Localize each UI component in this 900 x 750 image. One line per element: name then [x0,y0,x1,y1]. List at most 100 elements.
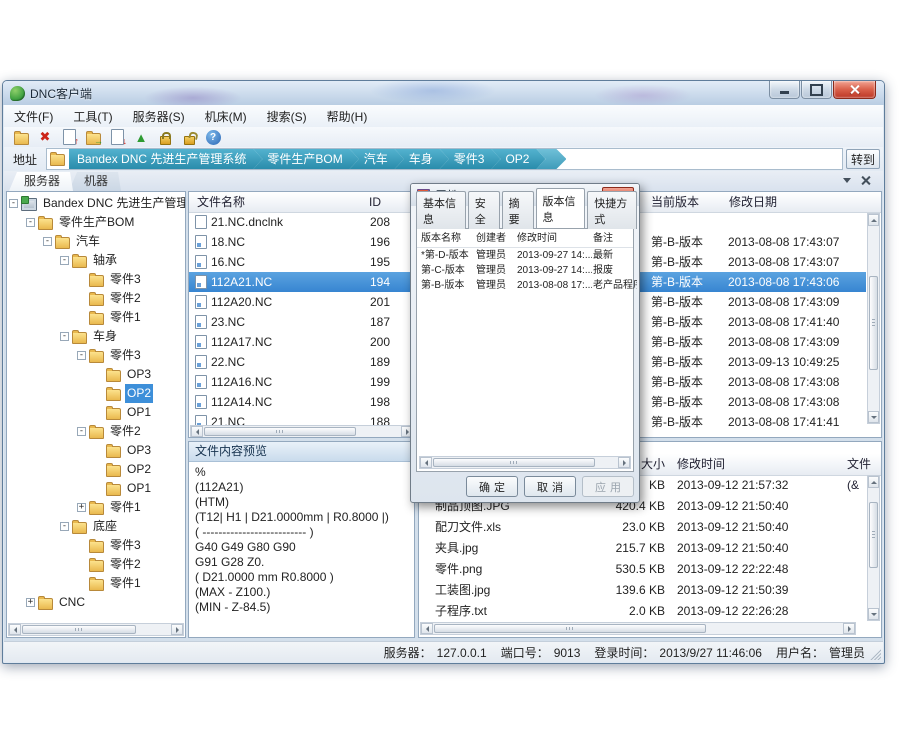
menu-item[interactable]: 工具(T) [63,105,122,128]
scrollbar-thumb[interactable] [434,624,706,633]
attachment-row[interactable]: 配刀文件.xls 23.0 KB 2013-09-12 21:50:40 [419,517,869,538]
ok-button[interactable]: 确定 [466,476,518,497]
scroll-up-icon[interactable] [868,214,879,226]
tree-item[interactable]: OP1 [7,479,185,498]
column-header-version-name[interactable]: 版本名称 [421,231,474,246]
breadcrumb-segment[interactable]: 零件3 [440,149,501,169]
version-row[interactable]: 第-C-版本 管理员 2013-09-27 14:... 报废 [417,263,633,278]
cancel-button[interactable]: 取消 [524,476,576,497]
window-titlebar[interactable]: DNC客户端 [3,81,884,105]
download-file-icon[interactable]: ↓ [106,128,128,146]
attachments-horizontal-scrollbar[interactable] [420,622,856,635]
unlock-icon[interactable] [178,128,200,146]
scrollbar-thumb[interactable] [204,427,356,436]
expander-icon[interactable]: - [60,332,69,341]
tree-item[interactable]: - 车身 [7,327,185,346]
tree-item[interactable]: - 汽车 [7,232,185,251]
tree-item[interactable]: + CNC [7,593,185,612]
scroll-right-icon[interactable] [618,457,630,468]
attachment-row[interactable]: 零件.png 530.5 KB 2013-09-12 22:22:48 [419,559,869,580]
tree-item[interactable]: + 零件1 [7,498,185,517]
scroll-left-icon[interactable] [191,426,203,437]
dialog-tab[interactable]: 安全 [468,191,500,229]
attachments-vertical-scrollbar[interactable] [867,475,880,621]
expander-icon[interactable]: - [60,522,69,531]
go-button[interactable]: 转到 [846,149,880,169]
lock-icon[interactable] [154,128,176,146]
tree-item[interactable]: 零件2 [7,289,185,308]
expander-icon[interactable]: - [9,199,18,208]
tree-item[interactable]: 零件1 [7,574,185,593]
delete-icon[interactable]: ✖ [34,128,56,146]
tree-item[interactable]: 零件3 [7,270,185,289]
column-header-version[interactable]: 当前版本 [651,192,699,212]
version-row[interactable]: *第-D-版本 管理员 2013-09-27 14:... 最新 [417,248,633,263]
file-list-vertical-scrollbar[interactable] [867,213,880,424]
address-box[interactable]: Bandex DNC 先进生产管理系统零件生产BOM汽车车身零件3OP2 [46,148,843,170]
scroll-right-icon[interactable] [843,623,855,634]
file-list-horizontal-scrollbar[interactable] [190,425,414,438]
apply-button[interactable]: 应用 [582,476,634,497]
scrollbar-thumb[interactable] [433,458,595,467]
expander-icon[interactable]: - [77,351,86,360]
expander-icon[interactable]: - [77,427,86,436]
breadcrumb-segment[interactable]: 零件生产BOM [253,149,358,169]
scroll-down-icon[interactable] [868,608,879,620]
attachment-row[interactable]: 工装图.jpg 139.6 KB 2013-09-12 21:50:39 [419,580,869,601]
tree-item[interactable]: - 底座 [7,517,185,536]
scroll-left-icon[interactable] [9,624,21,635]
send-up-icon[interactable]: ▲ [130,128,152,146]
expander-icon[interactable]: - [60,256,69,265]
tree-item[interactable]: - 轴承 [7,251,185,270]
minimize-button[interactable] [769,81,800,99]
menu-item[interactable]: 搜索(S) [257,105,317,128]
tree-item[interactable]: 零件1 [7,308,185,327]
tree-item[interactable]: OP2 [7,384,185,403]
tree-item[interactable]: - 零件2 [7,422,185,441]
scroll-down-icon[interactable] [868,411,879,423]
menu-item[interactable]: 文件(F) [4,105,63,128]
dialog-tab[interactable]: 快捷方式 [587,191,637,229]
tree-horizontal-scrollbar[interactable] [8,623,184,636]
close-button[interactable] [833,81,876,99]
view-tab[interactable]: 机器 [69,172,121,191]
scroll-right-icon[interactable] [171,624,183,635]
tree-item[interactable]: 零件2 [7,555,185,574]
tree-item[interactable]: - Bandex DNC 先进生产管理系 [7,194,185,213]
save-folder-icon[interactable]: → [82,128,104,146]
close-pane-icon[interactable] [860,175,871,186]
menu-item[interactable]: 服务器(S) [123,105,195,128]
menu-item[interactable]: 帮助(H) [317,105,378,128]
chevron-down-icon[interactable] [843,178,851,187]
scroll-up-icon[interactable] [868,476,879,488]
column-header-creator[interactable]: 创建者 [476,231,516,246]
dialog-tab[interactable]: 摘要 [502,191,534,229]
view-tab[interactable]: 服务器 [9,172,73,191]
column-header-modified[interactable]: 修改时间 [517,231,592,246]
tree-item[interactable]: - 零件生产BOM [7,213,185,232]
attachment-row[interactable]: 子程序.txt 2.0 KB 2013-09-12 22:26:28 [419,601,869,622]
tree-item[interactable]: OP2 [7,460,185,479]
help-icon[interactable]: ? [202,128,224,146]
dialog-horizontal-scrollbar[interactable] [419,456,631,469]
dialog-tab[interactable]: 版本信息 [536,188,586,228]
dialog-tab[interactable]: 基本信息 [416,191,466,229]
expander-icon[interactable]: + [77,503,86,512]
expander-icon[interactable]: - [43,237,52,246]
tree-item[interactable]: OP3 [7,365,185,384]
column-header-time[interactable]: 修改时间 [677,454,725,475]
column-header-id[interactable]: ID [369,192,381,212]
scrollbar-thumb[interactable] [869,276,878,370]
scroll-left-icon[interactable] [421,623,433,634]
column-header-date[interactable]: 修改日期 [729,192,777,212]
column-header-name[interactable]: 文件名称 [197,192,245,212]
maximize-button[interactable] [801,81,832,99]
version-row[interactable]: 第-B-版本 管理员 2013-08-08 17:... 老产品程序 [417,278,633,293]
folder-icon[interactable] [10,128,32,146]
upload-file-icon[interactable]: ↑ [58,128,80,146]
tree-item[interactable]: 零件3 [7,536,185,555]
scrollbar-thumb[interactable] [22,625,136,634]
breadcrumb-segment[interactable]: Bandex DNC 先进生产管理系统 [69,149,262,169]
attachment-row[interactable]: 夹具.jpg 215.7 KB 2013-09-12 21:50:40 [419,538,869,559]
expander-icon[interactable]: + [26,598,35,607]
